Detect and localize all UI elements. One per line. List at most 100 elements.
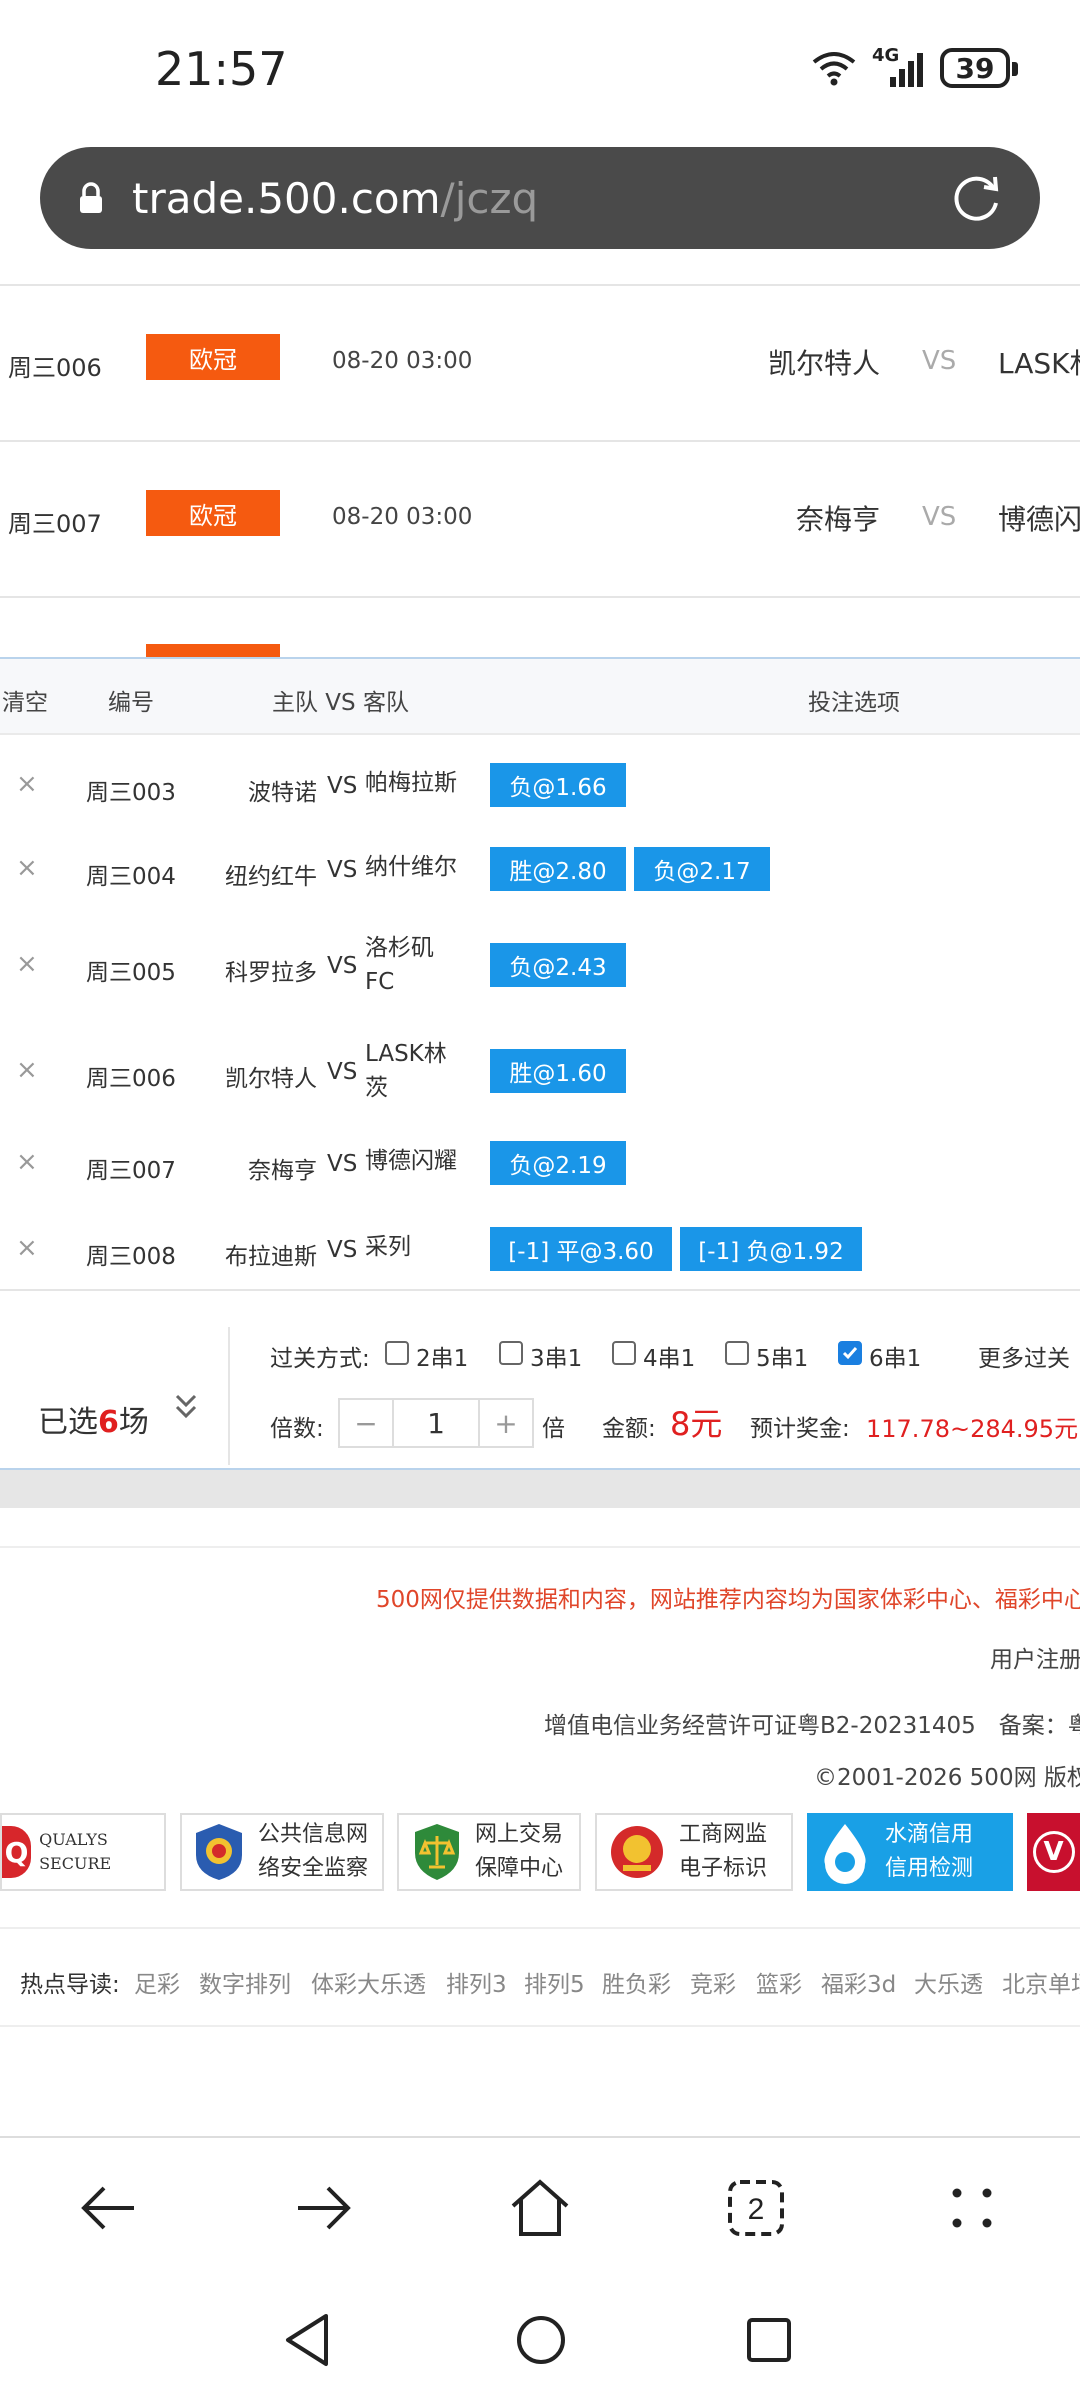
header-teams: 主队 VS 客队 bbox=[272, 690, 409, 716]
hot-link[interactable]: 竞彩 bbox=[690, 1965, 736, 1999]
header-id: 编号 bbox=[108, 690, 154, 716]
home-button[interactable] bbox=[502, 2170, 578, 2246]
match-row[interactable]: 周三006 欧冠 08-20 03:00 凯尔特人 VS LASK林 bbox=[0, 286, 1080, 442]
public-security-badge[interactable]: 公共信息网 络安全监察 bbox=[180, 1813, 384, 1891]
remove-icon[interactable]: × bbox=[16, 1055, 38, 1085]
match-id: 周三007 bbox=[8, 510, 102, 538]
selection-row: × 周三006 凯尔特人 VS LASK林茨 胜@1.60 bbox=[0, 1027, 1080, 1115]
bet-option[interactable]: 负@1.66 bbox=[490, 763, 626, 807]
pass-option-label[interactable]: 6串1 bbox=[869, 1339, 921, 1373]
bet-summary: 已选6场 过关方式: 2串1 3串1 4串1 5串1 6串1 更多过关 倍数: … bbox=[0, 1289, 1080, 1472]
pass-option-label[interactable]: 2串1 bbox=[416, 1339, 468, 1373]
away-team: LASK林 bbox=[998, 347, 1080, 380]
remove-icon[interactable]: × bbox=[16, 1147, 38, 1177]
pass-checkbox-4x1[interactable] bbox=[612, 1341, 636, 1365]
multiple-stepper[interactable]: − 1 + bbox=[338, 1398, 534, 1448]
clear-all-button[interactable]: 清空 bbox=[2, 683, 48, 717]
hot-link[interactable]: 北京单场 bbox=[1002, 1965, 1080, 1999]
prize-value: 117.78~284.95元 bbox=[866, 1415, 1079, 1443]
remove-icon[interactable]: × bbox=[16, 769, 38, 799]
hot-link[interactable]: 足彩 bbox=[134, 1965, 180, 1999]
plus-button[interactable]: + bbox=[478, 1400, 532, 1446]
system-recents-icon[interactable] bbox=[745, 2316, 793, 2364]
selection-id: 周三006 bbox=[86, 1066, 176, 1092]
bet-option[interactable]: 负@2.43 bbox=[490, 943, 626, 987]
url-text[interactable]: trade.500.com/jczq bbox=[132, 174, 538, 223]
selected-prefix: 已选 bbox=[38, 1405, 98, 1440]
multiple-unit: 倍 bbox=[542, 1416, 565, 1442]
verified-badge[interactable]: V bbox=[1027, 1813, 1080, 1891]
selection-home: 凯尔特人 bbox=[225, 1066, 317, 1092]
pass-checkbox-3x1[interactable] bbox=[499, 1341, 523, 1365]
pass-checkbox-5x1[interactable] bbox=[725, 1341, 749, 1365]
address-bar[interactable]: trade.500.com/jczq bbox=[40, 147, 1040, 249]
selection-vs: VS bbox=[327, 953, 358, 979]
hot-link[interactable]: 排列5 bbox=[524, 1965, 585, 1999]
away-team: 博德闪 bbox=[998, 503, 1080, 536]
summary-divider bbox=[228, 1327, 230, 1465]
arrow-left-icon bbox=[81, 2186, 134, 2230]
qualys-badge[interactable]: Q QUALYS SECURE bbox=[0, 1813, 166, 1891]
hot-link[interactable]: 篮彩 bbox=[756, 1965, 802, 1999]
online-trade-badge[interactable]: 网上交易 保障中心 bbox=[397, 1813, 581, 1891]
license-text: 增值电信业务经营许可证粤B2-20231405 备案：粤I bbox=[544, 1713, 1080, 1739]
pass-checkbox-6x1[interactable] bbox=[838, 1341, 862, 1365]
badge-line: 络安全监察 bbox=[258, 1856, 369, 1881]
bet-option[interactable]: [-1] 负@1.92 bbox=[680, 1227, 862, 1271]
selected-count[interactable]: 已选6场 bbox=[38, 1397, 149, 1441]
hot-link[interactable]: 体彩大乐透 bbox=[311, 1965, 426, 1999]
tabs-button[interactable]: 2 bbox=[718, 2170, 794, 2246]
bet-option[interactable]: [-1] 平@3.60 bbox=[490, 1227, 672, 1271]
hot-link[interactable]: 大乐透 bbox=[914, 1965, 983, 1999]
hot-link[interactable]: 胜负彩 bbox=[602, 1965, 671, 1999]
hot-label: 热点导读: bbox=[20, 1972, 120, 1998]
battery-level: 39 bbox=[955, 51, 995, 85]
forward-button[interactable] bbox=[286, 2170, 362, 2246]
hot-link[interactable]: 数字排列 bbox=[199, 1965, 291, 1999]
pass-checkbox-2x1[interactable] bbox=[385, 1341, 409, 1365]
multiple-input[interactable]: 1 bbox=[394, 1400, 478, 1446]
selection-vs: VS bbox=[327, 1151, 358, 1177]
system-nav-bar bbox=[0, 2276, 1080, 2400]
more-pass-link[interactable]: 更多过关 bbox=[978, 1339, 1070, 1373]
system-home-icon[interactable] bbox=[515, 2314, 567, 2366]
match-row[interactable]: 周三007 欧冠 08-20 03:00 奈梅亨 VS 博德闪 bbox=[0, 442, 1080, 598]
bet-selection-panel: 清空 编号 主队 VS 客队 投注选项 × 周三003 波特诺 VS 帕梅拉斯 … bbox=[0, 657, 1080, 1470]
pass-option-label[interactable]: 3串1 bbox=[530, 1339, 582, 1373]
multiple-label: 倍数: bbox=[270, 1416, 324, 1442]
remove-icon[interactable]: × bbox=[16, 1233, 38, 1263]
shield-scale-icon bbox=[415, 1824, 459, 1880]
badge-text: 水滴信用 信用检测 bbox=[885, 1818, 973, 1886]
selection-id: 周三005 bbox=[86, 960, 176, 986]
pass-option-label[interactable]: 4串1 bbox=[643, 1339, 695, 1373]
chevron-double-down-icon[interactable] bbox=[172, 1391, 200, 1423]
vs-label: VS bbox=[922, 502, 957, 532]
bet-option[interactable]: 胜@2.80 bbox=[490, 847, 626, 891]
bet-option[interactable]: 负@2.19 bbox=[490, 1141, 626, 1185]
shuidi-credit-badge[interactable]: 水滴信用 信用检测 bbox=[807, 1813, 1013, 1891]
menu-button[interactable] bbox=[934, 2170, 1010, 2246]
register-link[interactable]: 用户注册 bbox=[990, 1640, 1080, 1674]
system-back-icon[interactable] bbox=[282, 2312, 332, 2368]
footer-divider bbox=[0, 1546, 1080, 1548]
selection-away: 洛杉矶FC bbox=[365, 935, 434, 995]
minus-button[interactable]: − bbox=[340, 1400, 394, 1446]
back-button[interactable] bbox=[70, 2170, 146, 2246]
reload-icon[interactable] bbox=[950, 171, 1004, 225]
badge-text: 工商网监 电子标识 bbox=[679, 1818, 767, 1886]
header-options: 投注选项 bbox=[808, 690, 900, 716]
badge-line: 网上交易 bbox=[475, 1822, 564, 1847]
selected-suffix: 场 bbox=[118, 1405, 149, 1440]
remove-icon[interactable]: × bbox=[16, 853, 38, 883]
remove-icon[interactable]: × bbox=[16, 949, 38, 979]
hot-link[interactable]: 排列3 bbox=[446, 1965, 507, 1999]
bet-option[interactable]: 负@2.17 bbox=[634, 847, 770, 891]
business-monitor-badge[interactable]: 工商网监 电子标识 bbox=[595, 1813, 793, 1891]
hot-links-bar: 热点导读: 足彩 数字排列 体彩大乐透 排列3 排列5 胜负彩 竞彩 篮彩 福彩… bbox=[0, 1927, 1080, 2027]
hot-link[interactable]: 福彩3d bbox=[821, 1965, 896, 1999]
selection-row: × 周三003 波特诺 VS 帕梅拉斯 负@1.66 bbox=[0, 755, 1080, 825]
bet-option[interactable]: 胜@1.60 bbox=[490, 1049, 626, 1093]
pass-option-label[interactable]: 5串1 bbox=[756, 1339, 808, 1373]
selection-home: 奈梅亨 bbox=[248, 1158, 317, 1184]
league-badge: 欧冠 bbox=[146, 490, 280, 536]
